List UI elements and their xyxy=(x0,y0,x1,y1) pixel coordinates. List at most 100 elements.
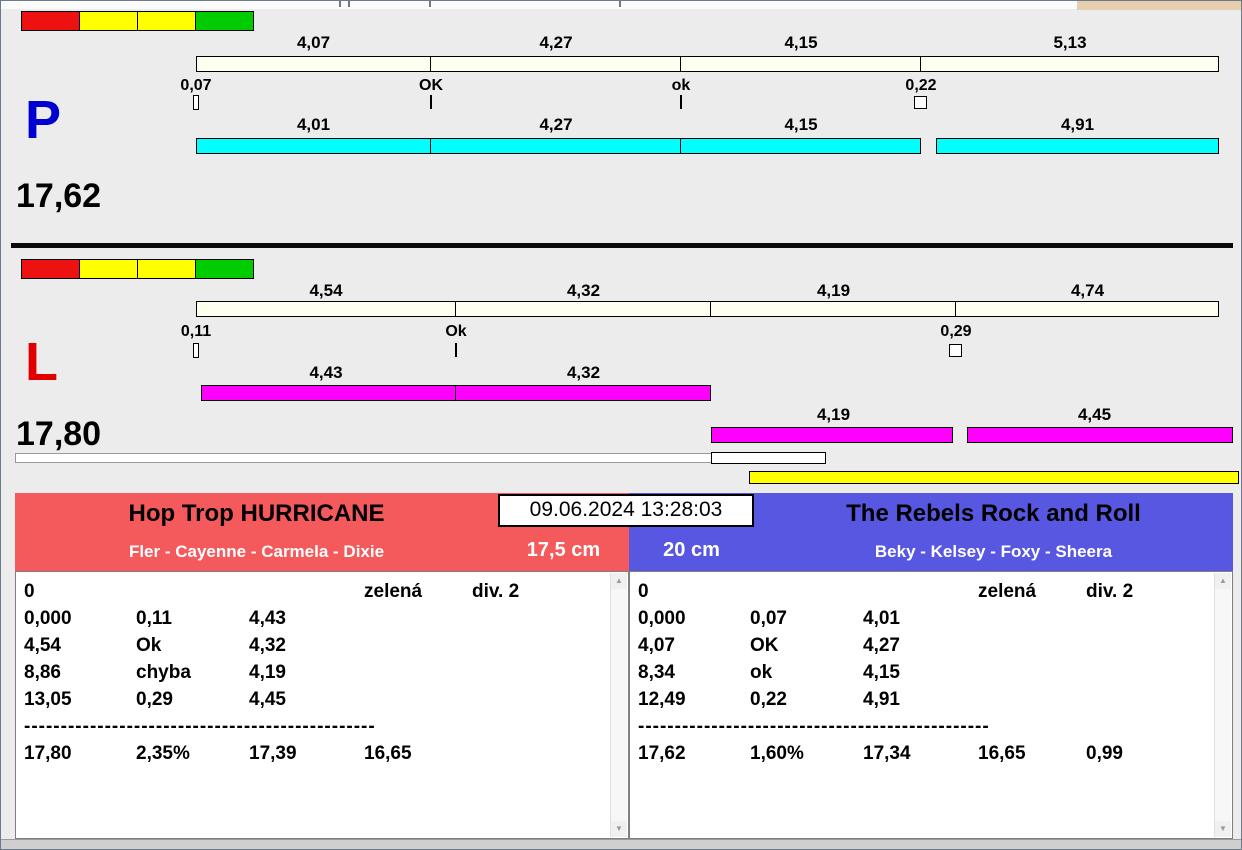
l-upper-bar-seg-2 xyxy=(455,301,711,317)
team-left-scrollbar[interactable]: ▲ ▼ xyxy=(610,573,627,837)
table-row: 12,49 0,22 4,91 xyxy=(638,686,1210,713)
table-cell: 4,91 xyxy=(863,688,900,710)
table-cell: OK xyxy=(750,634,779,656)
table-cell: 0,99 xyxy=(1086,742,1123,764)
table-cell: 17,39 xyxy=(249,742,297,764)
table-cell: 4,19 xyxy=(249,661,286,683)
table-row: ----------------------------------------… xyxy=(24,716,376,737)
scroll-up-icon[interactable]: ▲ xyxy=(611,573,627,589)
table-row: 17,80 2,35% 17,39 16,65 xyxy=(24,740,606,767)
scroll-up-icon[interactable]: ▲ xyxy=(1215,573,1231,589)
p-check-box xyxy=(914,96,927,109)
scroll-down-icon[interactable]: ▼ xyxy=(611,821,627,837)
table-cell: 2,35% xyxy=(136,742,190,764)
table-cell: 0,29 xyxy=(136,688,173,710)
table-cell: 4,27 xyxy=(863,634,900,656)
p-upper-split-2: 4,27 xyxy=(539,33,573,52)
top-edge-tick xyxy=(429,1,431,7)
table-cell: 4,15 xyxy=(863,661,900,683)
lane-p-start-lights xyxy=(21,11,254,31)
p-upper-bar-seg-4 xyxy=(920,56,1219,72)
l-progress-strip xyxy=(15,453,826,463)
l-upper-bar-seg-1 xyxy=(196,301,456,317)
p-start-tick-box xyxy=(193,95,199,110)
p-lower-split-3: 4,15 xyxy=(784,115,818,134)
table-cell: 4,45 xyxy=(249,688,286,710)
table-cell: div. 2 xyxy=(472,580,520,602)
l-mark-3: 0,29 xyxy=(940,323,972,340)
p-lower-bar-seg-2 xyxy=(430,138,681,154)
table-cell: 17,34 xyxy=(863,742,911,764)
team-right-results: 0 zelená div. 2 0,000 0,07 4,01 4,07 OK 4,27 8,34… xyxy=(638,578,1210,767)
table-cell: 0 xyxy=(638,580,649,602)
table-cell: 4,01 xyxy=(863,607,900,629)
table-cell: chyba xyxy=(136,661,191,683)
p-upper-split-3: 4,15 xyxy=(784,33,818,52)
p-mark-2: OK xyxy=(419,77,443,94)
p-mark-start: 0,07 xyxy=(180,77,212,94)
table-cell: 4,32 xyxy=(249,634,286,656)
signal-light-green xyxy=(195,11,254,31)
table-row: 0,000 0,11 4,43 xyxy=(24,605,606,632)
table-cell: 16,65 xyxy=(364,742,412,764)
flyball-timing-window: 4,07 4,27 4,15 5,13 0,07 OK ok 0,22 4,01… xyxy=(0,0,1242,850)
lane-p-label: P xyxy=(25,90,62,150)
p-lower-split-2: 4,27 xyxy=(539,115,573,134)
l-mark-start: 0,11 xyxy=(180,323,212,340)
top-edge-tick xyxy=(339,1,341,7)
team-left-dogs: Fler - Cayenne - Carmela - Dixie xyxy=(128,542,385,561)
scroll-down-icon[interactable]: ▼ xyxy=(1215,821,1231,837)
l-upper-bar-seg-4 xyxy=(955,301,1219,317)
table-cell: 0,22 xyxy=(750,688,787,710)
p-lower-split-1: 4,01 xyxy=(296,115,331,134)
lane-l-total-time: 17,80 xyxy=(16,415,102,453)
l-upper-split-1: 4,54 xyxy=(309,281,343,300)
p-divider-tick-2 xyxy=(680,95,682,109)
table-cell: 4,07 xyxy=(638,634,675,656)
l-upper-split-3: 4,19 xyxy=(816,281,851,300)
l-start-tick-box xyxy=(193,343,199,358)
table-cell: 12,49 xyxy=(638,688,686,710)
l-lower-bar-seg-3 xyxy=(711,427,953,443)
table-row: 0,000 0,07 4,01 xyxy=(638,605,1210,632)
signal-light-green xyxy=(195,259,254,279)
p-upper-bar-seg-1 xyxy=(196,56,431,72)
window-top-edge xyxy=(1,1,1241,9)
p-divider-tick-1 xyxy=(430,95,432,109)
l-check-box xyxy=(949,344,962,357)
team-left-jump-height: 17,5 cm xyxy=(526,539,601,561)
l-lower-bar-seg-2 xyxy=(455,385,711,401)
signal-light-yellow-1 xyxy=(79,259,138,279)
p-mark-3: ok xyxy=(671,77,691,94)
l-lower-bar-seg-1 xyxy=(201,385,456,401)
top-right-corner-artifact xyxy=(1077,1,1241,10)
signal-light-yellow-1 xyxy=(79,11,138,31)
table-cell: 0,000 xyxy=(24,607,72,629)
signal-light-yellow-2 xyxy=(137,259,196,279)
lane-p-total-time: 17,62 xyxy=(16,177,102,215)
top-edge-tick xyxy=(348,1,350,7)
table-cell: 0,11 xyxy=(136,607,172,629)
status-bar xyxy=(1,839,1241,849)
table-row: 0 zelená div. 2 xyxy=(24,578,606,605)
table-row: 13,05 0,29 4,45 xyxy=(24,686,606,713)
table-row: 4,54 Ok 4,32 xyxy=(24,632,606,659)
team-left-name: Hop Trop HURRICANE xyxy=(128,500,385,527)
table-row: ----------------------------------------… xyxy=(638,716,990,737)
team-left-results-panel: 0 zelená div. 2 0,000 0,11 4,43 4,54 Ok 4,32 8,86… xyxy=(15,571,629,839)
team-right-scrollbar[interactable]: ▲ ▼ xyxy=(1214,573,1231,837)
table-cell: 4,54 xyxy=(24,634,61,656)
table-cell: 16,65 xyxy=(978,742,1026,764)
p-upper-bar-seg-3 xyxy=(680,56,921,72)
p-upper-split-4: 5,13 xyxy=(1053,33,1087,52)
lane-divider xyxy=(11,243,1233,248)
l-running-bar xyxy=(749,471,1239,484)
table-cell: 17,62 xyxy=(638,742,686,764)
team-left-results: 0 zelená div. 2 0,000 0,11 4,43 4,54 Ok 4,32 8,86… xyxy=(24,578,606,767)
signal-light-red xyxy=(21,11,80,31)
signal-light-yellow-2 xyxy=(137,11,196,31)
l-mark-2: Ok xyxy=(445,323,467,340)
table-cell: div. 2 xyxy=(1086,580,1134,602)
top-edge-tick xyxy=(619,1,621,7)
l-progress-box xyxy=(711,452,826,464)
